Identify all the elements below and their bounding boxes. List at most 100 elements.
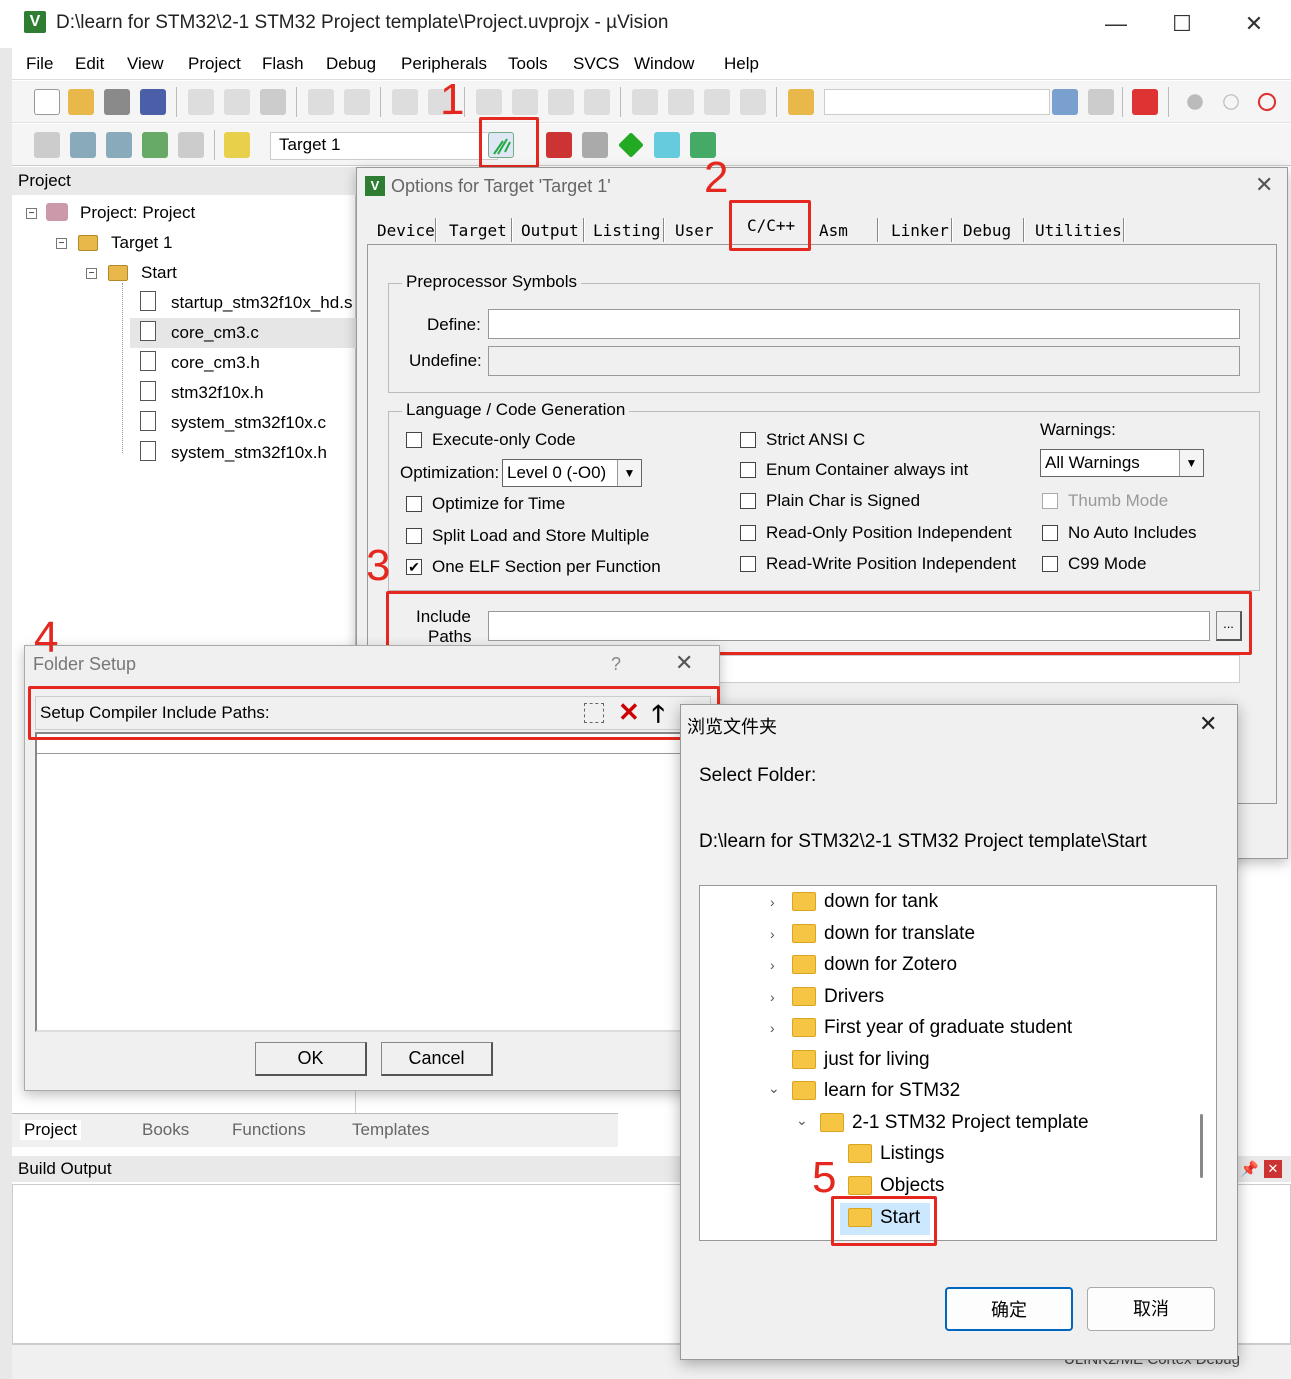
no-auto-includes-checkbox[interactable] (1042, 525, 1058, 541)
menu-edit[interactable]: Edit (75, 54, 104, 74)
tree-file[interactable]: core_cm3.c (171, 323, 259, 343)
bookmark-prev-icon[interactable] (512, 89, 538, 115)
menu-flash[interactable]: Flash (262, 54, 304, 74)
tree-scrollbar[interactable] (1200, 1114, 1203, 1178)
chevron-right-icon[interactable]: › (770, 894, 775, 910)
plain-char-checkbox[interactable] (740, 493, 756, 509)
chevron-right-icon[interactable]: › (770, 926, 775, 942)
cancel-button[interactable]: Cancel (381, 1042, 493, 1076)
rebuild-icon[interactable] (106, 132, 132, 158)
close-icon[interactable]: ✕ (1232, 8, 1276, 40)
manage-components-icon[interactable] (546, 132, 572, 158)
split-load-checkbox[interactable] (406, 528, 422, 544)
cut-icon[interactable] (188, 89, 214, 115)
save-icon[interactable] (104, 89, 130, 115)
translate-icon[interactable] (34, 132, 60, 158)
collapse-group-icon[interactable]: − (86, 268, 97, 279)
menu-tools[interactable]: Tools (508, 54, 548, 74)
breakpoint-kill-icon[interactable] (1257, 92, 1277, 112)
c99-mode-checkbox[interactable] (1042, 556, 1058, 572)
menu-file[interactable]: File (26, 54, 53, 74)
tree-target[interactable]: Target 1 (111, 233, 172, 253)
new-file-icon[interactable] (34, 89, 60, 115)
tab-device[interactable]: Device (377, 221, 435, 240)
cancel-button[interactable]: 取消 (1087, 1287, 1215, 1331)
define-input[interactable] (488, 309, 1240, 339)
redo-icon[interactable] (344, 89, 370, 115)
warnings-select[interactable]: All Warnings ▼ (1040, 449, 1204, 477)
folder-item[interactable]: Drivers (824, 983, 884, 1011)
close-pane-icon[interactable]: ✕ (1264, 1160, 1282, 1178)
tab-project[interactable]: Project (20, 1120, 81, 1140)
find-combo[interactable] (824, 89, 1050, 115)
tab-functions[interactable]: Functions (232, 1120, 306, 1140)
chevron-down-icon[interactable]: ⌄ (796, 1112, 808, 1129)
rw-position-checkbox[interactable] (740, 556, 756, 572)
include-paths-list[interactable] (35, 732, 695, 1032)
target-select[interactable]: Target 1 (270, 132, 498, 160)
batch-build-icon[interactable] (142, 132, 168, 158)
maximize-icon[interactable]: ☐ (1160, 8, 1204, 40)
unindent-icon[interactable] (668, 89, 694, 115)
folder-item[interactable]: down for tank (824, 888, 938, 916)
tab-linker[interactable]: Linker (891, 221, 949, 240)
collapse-target-icon[interactable]: − (56, 238, 67, 249)
incremental-find-icon[interactable] (1088, 89, 1114, 115)
help-icon[interactable]: ? (611, 654, 621, 675)
tab-utilities[interactable]: Utilities (1035, 221, 1122, 240)
nav-back-icon[interactable] (392, 89, 418, 115)
undefine-input[interactable] (488, 346, 1240, 376)
bookmark-icon[interactable] (476, 89, 502, 115)
thumb-mode-checkbox[interactable] (1042, 493, 1058, 509)
find-in-files-icon[interactable] (788, 89, 814, 115)
folder-item[interactable]: down for Zotero (824, 951, 957, 979)
tree-project-root[interactable]: Project: Project (80, 203, 195, 223)
menu-project[interactable]: Project (188, 54, 241, 74)
menu-window[interactable]: Window (634, 54, 694, 74)
close-icon[interactable]: ✕ (1199, 711, 1217, 737)
tree-file[interactable]: system_stm32f10x.c (171, 413, 326, 433)
collapse-root-icon[interactable]: − (26, 208, 37, 219)
chevron-down-icon[interactable]: ⌄ (768, 1080, 780, 1097)
paste-icon[interactable] (260, 89, 286, 115)
strict-ansi-checkbox[interactable] (740, 432, 756, 448)
build-icon[interactable] (70, 132, 96, 158)
breakpoint-icon[interactable] (1187, 94, 1203, 110)
debug-start-icon[interactable] (1132, 89, 1158, 115)
close-icon[interactable]: ✕ (675, 650, 693, 676)
pin-icon[interactable]: 📌 (1240, 1160, 1259, 1178)
close-icon[interactable]: ✕ (1255, 172, 1273, 198)
chevron-right-icon[interactable]: › (770, 1020, 775, 1036)
menu-debug[interactable]: Debug (326, 54, 376, 74)
breakpoint-disable-icon[interactable] (1223, 94, 1239, 110)
undo-icon[interactable] (308, 89, 334, 115)
tree-file[interactable]: core_cm3.h (171, 353, 260, 373)
folder-item[interactable]: just for living (824, 1046, 930, 1074)
folder-item[interactable]: Listings (880, 1140, 944, 1168)
menu-peripherals[interactable]: Peripherals (401, 54, 487, 74)
save-all-icon[interactable] (140, 89, 166, 115)
tab-user[interactable]: User (675, 221, 714, 240)
menu-help[interactable]: Help (724, 54, 759, 74)
find-icon[interactable] (1052, 89, 1078, 115)
stop-build-icon[interactable] (178, 132, 204, 158)
folder-item[interactable]: 2-1 STM32 Project template (852, 1109, 1089, 1137)
open-file-icon[interactable] (68, 89, 94, 115)
bookmark-clear-icon[interactable] (584, 89, 610, 115)
enum-container-checkbox[interactable] (740, 462, 756, 478)
indent-icon[interactable] (632, 89, 658, 115)
one-elf-checkbox[interactable]: ✔ (406, 559, 422, 575)
menu-view[interactable]: View (127, 54, 164, 74)
menu-svcs[interactable]: SVCS (573, 54, 619, 74)
comment-icon[interactable] (704, 89, 730, 115)
load-download-icon[interactable] (224, 132, 250, 158)
ok-button[interactable]: OK (255, 1042, 367, 1076)
chevron-right-icon[interactable]: › (770, 957, 775, 973)
folder-item[interactable]: down for translate (824, 920, 975, 948)
execute-only-checkbox[interactable] (406, 432, 422, 448)
tab-books[interactable]: Books (142, 1120, 189, 1140)
tree-file[interactable]: system_stm32f10x.h (171, 443, 327, 463)
tab-target[interactable]: Target (449, 221, 507, 240)
tab-templates[interactable]: Templates (352, 1120, 429, 1140)
minimize-icon[interactable]: — (1094, 8, 1138, 40)
